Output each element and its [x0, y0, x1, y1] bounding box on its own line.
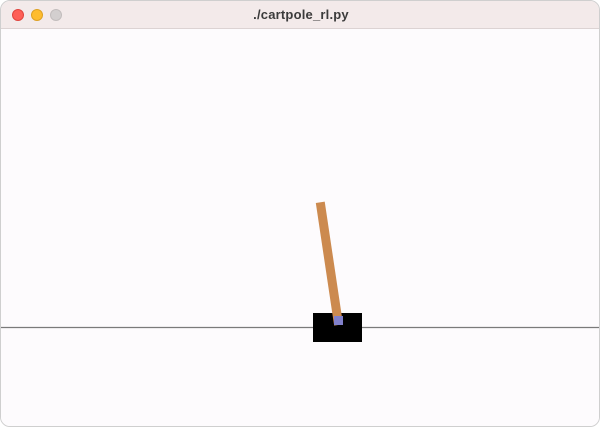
window-title: ./cartpole_rl.py — [253, 7, 349, 22]
cart-axle — [334, 316, 343, 325]
cartpole-canvas — [1, 29, 599, 426]
app-window: ./cartpole_rl.py — [0, 0, 600, 427]
cartpole-scene — [1, 201, 599, 342]
pole — [315, 201, 344, 326]
title-bar[interactable]: ./cartpole_rl.py — [1, 1, 599, 29]
